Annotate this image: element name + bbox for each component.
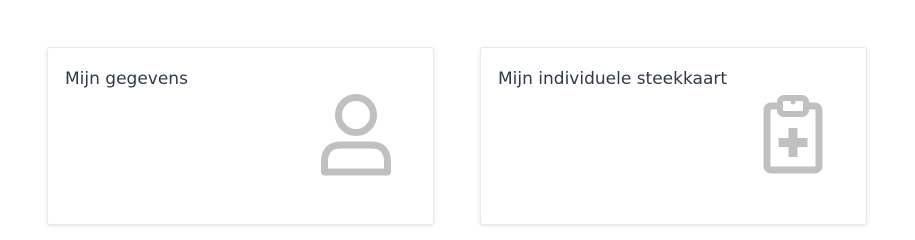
clipboard-medical-icon <box>763 95 823 174</box>
user-icon <box>321 94 391 176</box>
card-title: Mijn individuele steekkaart <box>498 69 728 89</box>
card-title: Mijn gegevens <box>65 69 188 89</box>
card-mijn-individuele-steekkaart[interactable]: Mijn individuele steekkaart <box>480 47 867 225</box>
card-mijn-gegevens[interactable]: Mijn gegevens <box>47 47 434 225</box>
